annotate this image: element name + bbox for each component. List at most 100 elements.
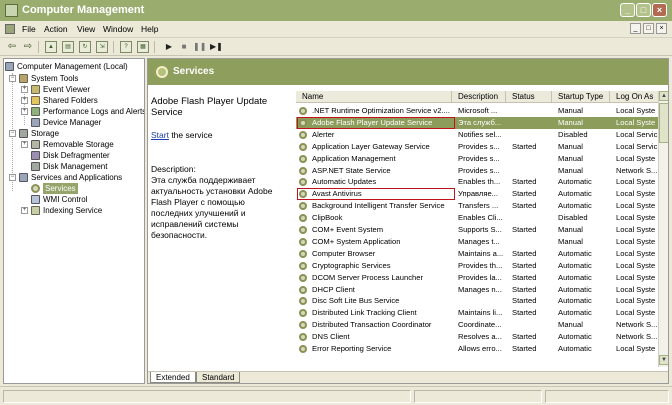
service-startup-type: Automatic xyxy=(558,177,592,187)
tree-label: Performance Logs and Alerts xyxy=(43,107,145,116)
service-row[interactable]: Computer Browser Maintains a... Started Aut… xyxy=(296,248,658,260)
service-name: Distributed Transaction Coordinator xyxy=(312,320,432,330)
tree-node-shared-folders[interactable]: + Shared Folders xyxy=(21,95,144,106)
scroll-up-icon[interactable]: ▲ xyxy=(659,91,668,101)
service-row[interactable]: Distributed Link Tracking Client Maintain… xyxy=(296,307,658,319)
computer-icon xyxy=(5,62,14,71)
service-startup-type: Automatic xyxy=(558,344,592,353)
expand-icon[interactable]: + xyxy=(21,207,28,214)
service-startup-type: Manual xyxy=(558,141,583,151)
expand-icon[interactable]: + xyxy=(21,97,28,104)
tree-node-removable-storage[interactable]: + Removable Storage xyxy=(21,139,144,150)
service-row[interactable]: ASP.NET State Service Provides s... Manual… xyxy=(296,165,658,177)
tree-node-disk-management[interactable]: Disk Management xyxy=(21,161,144,172)
gear-icon xyxy=(299,178,307,187)
tree-node-disk-defragmenter[interactable]: Disk Defragmenter xyxy=(21,150,144,161)
start-service-link[interactable]: Start xyxy=(151,130,169,140)
service-row[interactable]: DNS Client Resolves a... Started Automatic N… xyxy=(296,331,658,343)
service-row[interactable]: Adobe Flash Player Update Service Эта слу… xyxy=(296,116,658,129)
pause-icon[interactable]: ❚❚ xyxy=(193,41,206,53)
expand-icon[interactable]: + xyxy=(21,108,28,115)
service-row[interactable]: ClipBook Enables Cli... Disabled Local Syst… xyxy=(296,212,658,224)
tab-standard[interactable]: Standard xyxy=(196,372,241,383)
gear-icon xyxy=(299,237,307,246)
tree-node-device-manager[interactable]: Device Manager xyxy=(21,117,144,128)
service-row[interactable]: Disc Soft Lite Bus Service Started Automat… xyxy=(296,295,658,307)
pane-title: Services xyxy=(173,66,215,77)
service-row[interactable]: COM+ System Application Manages t... Manua… xyxy=(296,236,658,248)
service-log-on-as: Network S... xyxy=(616,332,658,342)
service-row[interactable]: Avast Antivirus Управляе... Started Automat… xyxy=(296,188,658,200)
console-icon[interactable]: ▦ xyxy=(137,41,149,53)
maximize-button[interactable]: □ xyxy=(636,3,651,17)
tree-node-wmi-control[interactable]: WMI Control xyxy=(21,194,144,205)
service-name: Automatic Updates xyxy=(312,177,377,187)
tree-node-services[interactable]: Services xyxy=(21,183,144,194)
service-row[interactable]: COM+ Event System Supports S... Started Man… xyxy=(296,224,658,236)
tree-node-performance-logs[interactable]: + Performance Logs and Alerts xyxy=(21,106,145,117)
expand-icon[interactable]: + xyxy=(21,141,28,148)
event-viewer-icon xyxy=(31,85,40,94)
service-row[interactable]: DCOM Server Process Launcher Provides la.… xyxy=(296,272,658,284)
service-row[interactable]: Distributed Transaction Coordinator Coord… xyxy=(296,319,658,331)
service-row[interactable]: Error Reporting Service Allows erro... Sta… xyxy=(296,343,658,355)
close-button[interactable]: × xyxy=(652,3,667,17)
forward-icon[interactable]: ⇨ xyxy=(22,41,34,53)
service-row[interactable]: .NET Runtime Optimization Service v2....… xyxy=(296,105,658,117)
service-row[interactable]: Background Intelligent Transfer Service T… xyxy=(296,200,658,212)
collapse-icon[interactable]: − xyxy=(9,174,16,181)
tree-node-services-applications[interactable]: − Services and Applications xyxy=(9,172,144,183)
refresh-icon[interactable]: ↻ xyxy=(79,41,91,53)
minimize-button[interactable]: _ xyxy=(620,3,635,17)
menu-file[interactable]: File xyxy=(22,24,36,34)
scroll-down-icon[interactable]: ▼ xyxy=(659,355,668,365)
tree-node-system-tools[interactable]: − System Tools xyxy=(9,73,144,84)
indexing-icon xyxy=(31,206,40,215)
back-icon[interactable]: ⇦ xyxy=(6,41,18,53)
service-row[interactable]: Alerter Notifies sel... Disabled Local Serv… xyxy=(296,129,658,141)
service-description: Provides la... xyxy=(458,272,502,282)
restart-icon[interactable]: ▶❚ xyxy=(210,41,223,53)
help-icon[interactable]: ? xyxy=(120,41,132,53)
tree-node-storage[interactable]: − Storage xyxy=(9,128,144,139)
menu-help[interactable]: Help xyxy=(141,24,158,34)
service-row[interactable]: Application Management Provides s... Manua… xyxy=(296,153,658,165)
column-header-status[interactable]: Status xyxy=(506,91,552,103)
service-name: DNS Client xyxy=(312,332,350,342)
collapse-icon[interactable]: − xyxy=(9,130,16,137)
column-header-startup-type[interactable]: Startup Type xyxy=(552,91,610,103)
column-header-description[interactable]: Description xyxy=(452,91,506,103)
title-bar[interactable]: Computer Management _ □ × xyxy=(0,0,672,21)
tree-node-indexing-service[interactable]: + Indexing Service xyxy=(21,205,144,216)
tab-extended[interactable]: Extended xyxy=(150,372,196,383)
up-folder-icon[interactable]: ▲ xyxy=(45,41,57,53)
gear-icon xyxy=(299,261,307,270)
menu-view[interactable]: View xyxy=(77,24,95,34)
menu-app-icon[interactable] xyxy=(5,24,15,34)
tree-node-root[interactable]: Computer Management (Local) xyxy=(5,61,144,72)
export-icon[interactable]: ⇲ xyxy=(96,41,108,53)
mdi-restore-button[interactable]: □ xyxy=(643,23,654,34)
expand-icon[interactable]: + xyxy=(21,86,28,93)
stop-icon[interactable]: ■ xyxy=(178,41,190,53)
menu-window[interactable]: Window xyxy=(103,24,133,34)
collapse-icon[interactable]: − xyxy=(9,75,16,82)
scroll-thumb[interactable] xyxy=(659,103,668,143)
service-row[interactable]: DHCP Client Manages n... Started Automatic L… xyxy=(296,284,658,296)
wmi-icon xyxy=(31,195,40,204)
column-header-name[interactable]: Name xyxy=(296,91,452,103)
service-row[interactable]: Application Layer Gateway Service Provide… xyxy=(296,141,658,153)
service-name: Cryptographic Services xyxy=(312,260,391,270)
gear-icon xyxy=(299,118,307,127)
status-panel xyxy=(414,390,542,403)
menu-action[interactable]: Action xyxy=(44,24,68,34)
service-row[interactable]: Cryptographic Services Provides th... Star… xyxy=(296,260,658,272)
properties-icon[interactable]: ▤ xyxy=(62,41,74,53)
mdi-minimize-button[interactable]: _ xyxy=(630,23,641,34)
service-row[interactable]: Automatic Updates Enables th... Started Aut… xyxy=(296,176,658,188)
mdi-close-button[interactable]: × xyxy=(656,23,667,34)
tree-node-event-viewer[interactable]: + Event Viewer xyxy=(21,84,144,95)
play-icon[interactable]: ▶ xyxy=(163,41,175,53)
service-log-on-as: Local Servic xyxy=(616,129,658,139)
vertical-scrollbar[interactable]: ▲ ▼ xyxy=(658,91,668,367)
